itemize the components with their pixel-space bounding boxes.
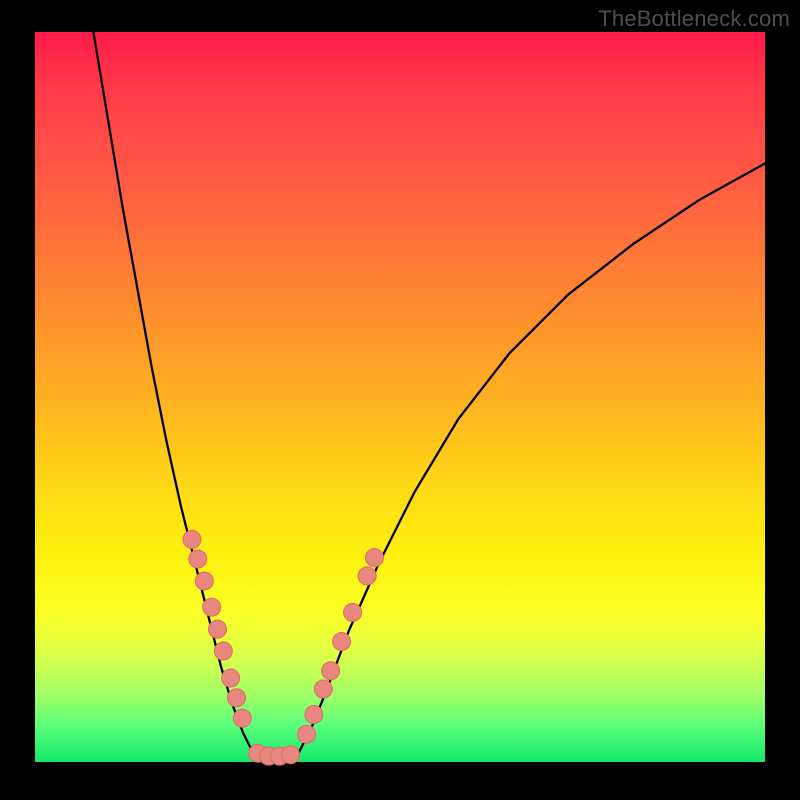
highlight-dot <box>209 620 227 638</box>
chart-frame: TheBottleneck.com <box>0 0 800 800</box>
highlight-dot <box>298 725 316 743</box>
highlight-dot <box>227 689 245 707</box>
highlight-dot <box>233 709 251 727</box>
plot-area <box>35 32 765 762</box>
highlight-dot <box>183 530 201 548</box>
bottleneck-curve <box>93 32 765 758</box>
highlight-dot <box>322 662 340 680</box>
curve-path <box>93 32 765 758</box>
highlight-dot <box>358 567 376 585</box>
highlight-dot <box>333 633 351 651</box>
highlight-dot <box>314 680 332 698</box>
curve-svg <box>35 32 765 762</box>
highlight-dot <box>282 746 300 764</box>
highlight-dot <box>305 706 323 724</box>
highlight-dot <box>203 598 221 616</box>
highlight-dot <box>189 550 207 568</box>
highlight-dot <box>195 572 213 590</box>
highlight-dot <box>365 549 383 567</box>
highlight-dots <box>183 530 384 765</box>
highlight-dot <box>222 669 240 687</box>
watermark-text: TheBottleneck.com <box>598 6 790 32</box>
highlight-dot <box>344 603 362 621</box>
highlight-dot <box>214 642 232 660</box>
